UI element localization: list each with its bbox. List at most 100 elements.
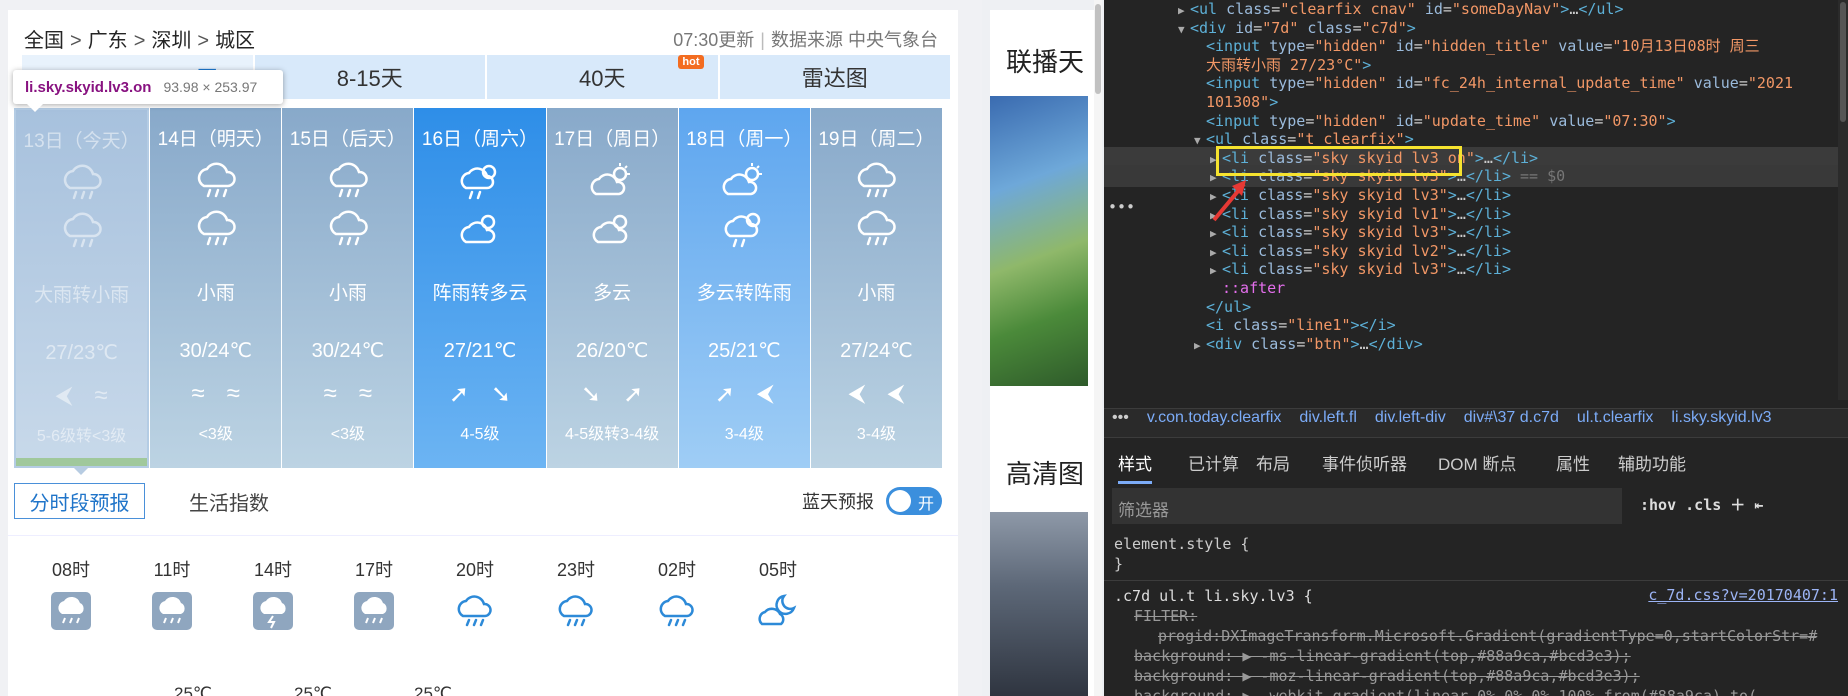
- rain-icon: [282, 208, 413, 248]
- wind-level: <3级: [330, 426, 365, 443]
- blue-sky-toggle[interactable]: 开: [886, 487, 942, 515]
- dom-node-line[interactable]: ▶ <div class="btn">…</div>: [1104, 333, 1848, 355]
- wind-icon: ⮜: [887, 380, 905, 407]
- day-card[interactable]: 13日（今天） 大雨转小雨 27/23℃ ⮜ ≈5-6级转<3级: [14, 108, 150, 468]
- crumb-sep: >: [133, 30, 146, 52]
- seven-day-forecast: 13日（今天） 大雨转小雨 27/23℃ ⮜ ≈5-6级转<3级 14日（明天） 小雨 30/…: [14, 108, 942, 468]
- css-source-link[interactable]: c_7d.css?v=20170407:1: [1648, 586, 1838, 604]
- day-weather: 小雨: [196, 283, 235, 304]
- wind-level: 3-4级: [856, 426, 896, 443]
- more-dots-icon[interactable]: •••: [1112, 409, 1129, 426]
- shower-icon: [414, 160, 545, 200]
- day-date: 13日（今天）: [23, 131, 140, 152]
- hour-time: 02时: [657, 560, 697, 580]
- side-image-person[interactable]: [990, 512, 1088, 696]
- css-element-style: element.style {: [1114, 535, 1250, 553]
- filter-tools[interactable]: :hov .cls ＋ ⇤: [1640, 494, 1763, 515]
- wind-level: <3级: [198, 426, 233, 443]
- css-prop-filter[interactable]: FILTER:: [1134, 606, 1197, 626]
- tab-hourly[interactable]: 分时段预报: [14, 483, 145, 519]
- hour-slot: 14时: [238, 556, 308, 632]
- crumb-country[interactable]: 全国: [24, 30, 64, 52]
- wind-level: 3-4级: [724, 426, 764, 443]
- day-card[interactable]: 14日（明天） 小雨 30/24℃ ≈ ≈ <3级: [150, 108, 282, 468]
- wind-direction: ➚ ➘: [414, 380, 545, 408]
- hour-time: 20时: [455, 560, 495, 580]
- tab-label: 40天: [579, 66, 626, 91]
- css-close-brace: }: [1114, 555, 1124, 573]
- devtools-tab[interactable]: 已计算: [1188, 450, 1239, 475]
- tab-life-index[interactable]: 生活指数: [174, 483, 284, 519]
- devtools-panel-tabs: 样式 已计算 布局 事件侦听器 DOM 断点 属性 辅助功能: [1104, 440, 1848, 484]
- day-card[interactable]: 16日（周六） 阵雨转多云 27/21℃ ➚ ➘ 4-5级: [414, 108, 546, 468]
- day-date: 15日（后天）: [289, 129, 406, 150]
- rain-icon: [352, 590, 396, 632]
- update-time: 07:30更新: [673, 30, 755, 50]
- hour-slot: 11时: [137, 556, 207, 632]
- devtools-tab[interactable]: 辅助功能: [1618, 450, 1686, 475]
- day-weather: 阵雨转多云: [432, 283, 528, 304]
- rain-line-icon: [453, 590, 497, 632]
- rain-icon: [16, 210, 147, 250]
- day-temp: 30/24℃: [311, 340, 385, 362]
- rain-icon: [150, 590, 194, 632]
- day-temp: 27/21℃: [443, 340, 517, 362]
- dom-breadcrumb-item[interactable]: ul.t.clearfix: [1577, 409, 1653, 426]
- dom-breadcrumb-item[interactable]: li.sky.skyid.lv3: [1671, 409, 1771, 426]
- wind-icon: ⮜: [756, 380, 774, 407]
- breadcrumb: 全国 > 广东 > 深圳 > 城区: [24, 24, 255, 53]
- rain-icon: [150, 160, 281, 200]
- tab-40day[interactable]: 40天 hot: [487, 55, 718, 99]
- crumb-sep: >: [70, 30, 82, 52]
- data-source: 数据来源 中央气象台: [770, 30, 938, 50]
- devtools-tab[interactable]: 布局: [1256, 450, 1290, 475]
- side-heading-hd-images[interactable]: 高清图: [1006, 454, 1096, 491]
- scroll-thumb[interactable]: [1095, 4, 1101, 94]
- devtools-tab[interactable]: 事件侦听器: [1322, 450, 1407, 475]
- css-prop-bg-moz[interactable]: background: ▶ -moz-linear-gradient(top,#…: [1134, 666, 1640, 686]
- dom-breadcrumb-item[interactable]: div.left.fl: [1299, 409, 1357, 426]
- wind-icon: ➘: [490, 381, 512, 408]
- divider: [1104, 580, 1848, 581]
- dom-breadcrumb-item[interactable]: v.con.today.clearfix: [1147, 409, 1282, 426]
- hour-time: 08时: [51, 560, 91, 580]
- blue-sky-label: 蓝天预报: [802, 492, 874, 512]
- devtools-tab[interactable]: 属性: [1556, 450, 1590, 475]
- crumb-sep: >: [197, 30, 210, 52]
- devtools-scrollbar[interactable]: [1838, 0, 1848, 400]
- css-prop-bg-ms[interactable]: background: ▶ -ms-linear-gradient(top,#8…: [1134, 646, 1631, 666]
- wind-direction: ➘ ➚: [547, 380, 678, 408]
- dom-breadcrumb-item[interactable]: div.left-div: [1375, 409, 1446, 426]
- crumb-city[interactable]: 深圳: [151, 30, 191, 52]
- scroll-thumb[interactable]: [1840, 2, 1846, 122]
- devtools-tab[interactable]: 样式: [1118, 450, 1152, 484]
- wind-direction: ≈ ≈: [150, 380, 281, 407]
- dom-breadcrumb-item[interactable]: div#\37 d.c7d: [1464, 409, 1559, 426]
- wind-icon: ≈: [191, 380, 205, 407]
- side-column: 联播天 高清图: [990, 10, 1098, 696]
- page-scrollbar[interactable]: [1094, 0, 1102, 696]
- side-image-tree[interactable]: [990, 96, 1088, 386]
- day-card[interactable]: 19日（周二） 小雨 27/24℃ ⮜ ⮜ 3-4级: [810, 108, 942, 468]
- css-prop-bg-webkit[interactable]: background: ▶ -webkit-gradient(linear,0%…: [1134, 686, 1757, 696]
- wind-icon: ➚: [623, 381, 644, 408]
- crumb-province[interactable]: 广东: [88, 30, 128, 52]
- red-arrow-annotation: [1212, 180, 1246, 222]
- page: { "breadcrumb": {"parts": ["全国", "广东", "…: [0, 0, 1848, 696]
- tab-8-15day[interactable]: 8-15天: [254, 55, 485, 99]
- css-prop-filter-value: progid:DXImageTransform.Microsoft.Gradie…: [1158, 627, 1818, 645]
- hourly-forecast: 25℃ 25℃ 25℃ 08时 11时 14时 17时 20时 23时 02时 05时: [8, 535, 958, 696]
- styles-filter-input[interactable]: 筛选器: [1112, 488, 1622, 524]
- day-weather: 大雨转小雨: [34, 285, 130, 306]
- side-heading-broadcast[interactable]: 联播天: [1006, 42, 1096, 79]
- expand-arrow-icon[interactable]: ▶: [1194, 335, 1206, 357]
- wind-direction: ➚ ⮜: [679, 380, 810, 408]
- devtools-tab[interactable]: DOM 断点: [1438, 450, 1516, 475]
- day-card[interactable]: 15日（后天） 小雨 30/24℃ ≈ ≈ <3级: [282, 108, 414, 468]
- rain-icon: [49, 590, 93, 632]
- day-card[interactable]: 18日（周一） 多云转阵雨 25/21℃ ➚ ⮜ 3-4级: [678, 108, 810, 468]
- toggle-label: 开: [917, 496, 934, 513]
- day-card[interactable]: 17日（周日） 多云 26/20℃ ➘ ➚ 4-5级转3-4级: [546, 108, 678, 468]
- tab-radar[interactable]: 雷达图: [719, 55, 950, 99]
- more-dots-icon[interactable]: •••: [1108, 198, 1135, 216]
